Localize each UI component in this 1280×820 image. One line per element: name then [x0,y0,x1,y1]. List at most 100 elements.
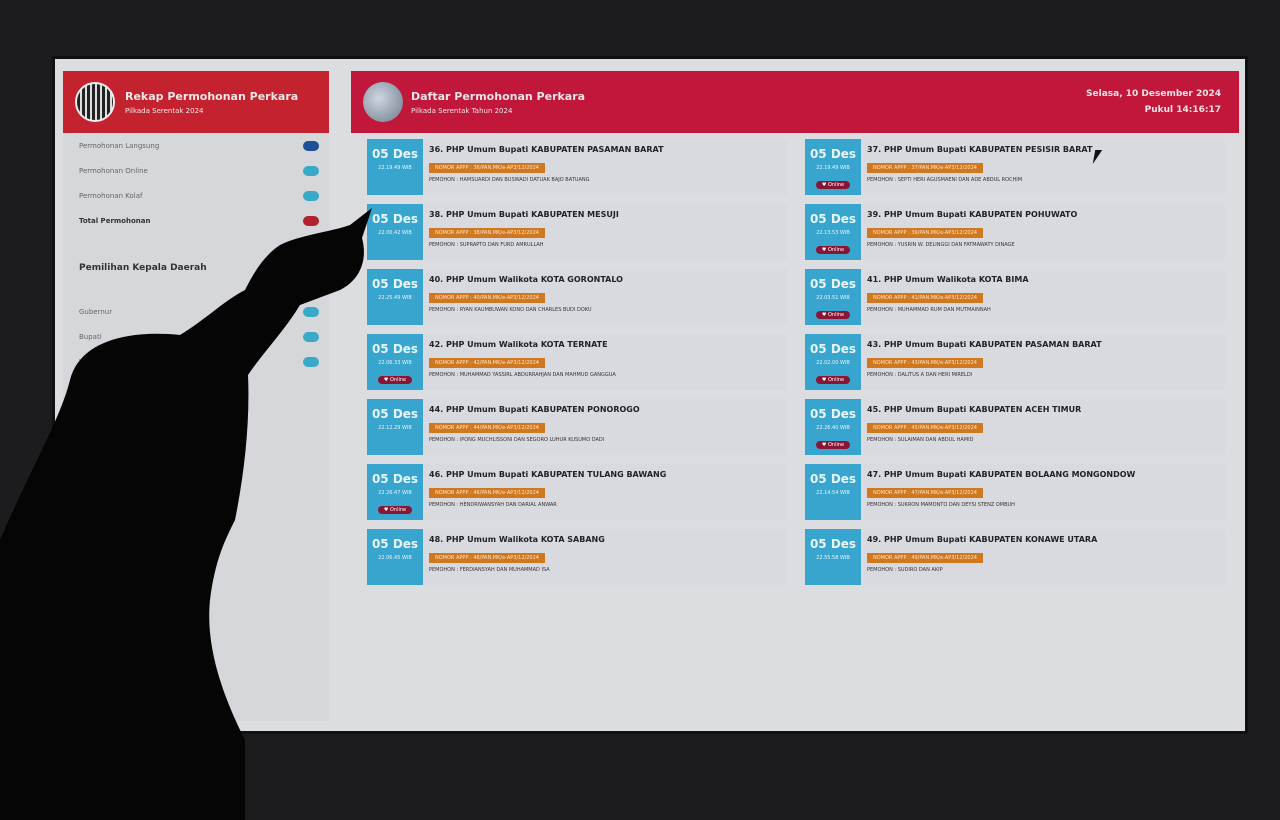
case-number-badge: NOMOR APPP : 49/PAN.MK/e-AP3/12/2024 [867,553,983,563]
online-badge: ♥ Online [815,181,851,189]
case-applicant: PEMOHON : MUHAMMAD YASSIRL ABDURRAHJAN D… [429,372,616,378]
case-number-badge: NOMOR APPP : 42/PAN.MK/e-AP3/12/2024 [429,358,545,368]
region-type-row[interactable]: Bupati [63,324,329,349]
case-number-badge: NOMOR APPP : 45/PAN.MK/e-AP3/12/2024 [867,423,983,433]
date-box: 05 Des 22.06.33 WIB ♥ Online [367,334,423,390]
case-number-badge: NOMOR APPP : 40/PAN.MK/e-AP3/12/2024 [429,293,545,303]
date-box: 05 Des 22.25.49 WIB [367,269,423,325]
display-screen: Rekap Permohonan Perkara Pilkada Serenta… [52,56,1248,734]
case-card[interactable]: 05 Des 22.55.58 WIB 49. PHP Umum Bupati K… [805,529,1225,585]
case-list-panel: Daftar Permohonan Perkara Pilkada Serent… [351,71,1239,711]
sidebar-subtitle: Pilkada Serentak 2024 [125,106,204,115]
online-badge: ♥ Online [815,441,851,449]
date-box: 05 Des 22.00.42 WIB [367,204,423,260]
case-applicant: PEMOHON : SEPTI HERI AGUSMAENI DAN ADE A… [867,177,1023,183]
date-box: 05 Des 22.19.49 WIB ♥ Online [805,139,861,195]
case-time: 22.26.47 WIB [378,490,412,496]
online-label: Online [827,312,845,318]
case-title: 42. PHP Umum Walikota KOTA TERNATE [429,340,608,349]
current-time: Pukul 14:16:17 [1144,105,1221,115]
main-subtitle: Pilkada Serentak Tahun 2024 [411,106,513,115]
case-card[interactable]: 05 Des 22.19.49 WIB 36. PHP Umum Bupati K… [367,139,787,195]
online-badge: ♥ Online [815,311,851,319]
online-label: Online [827,247,845,253]
case-card[interactable]: 05 Des 22.13.53 WIB ♥ Online 39. PHP Umum … [805,204,1225,260]
stat-row[interactable]: Permohonan Kolaf [63,183,329,208]
case-time: 22.12.29 WIB [378,425,412,431]
case-applicant: PEMOHON : FERDIANSYAH DAN MUHAMMAD ISA [429,567,550,573]
case-title: 39. PHP Umum Bupati KABUPATEN POHUWATO [867,210,1078,219]
case-title: 44. PHP Umum Bupati KABUPATEN PONOROGO [429,405,640,414]
stat-row[interactable]: Permohonan Langsung [63,133,329,158]
date-box: 05 Des 22.55.58 WIB [805,529,861,585]
case-number-badge: NOMOR APPP : 38/PAN.MK/e-AP3/12/2024 [429,228,545,238]
case-card[interactable]: 05 Des 22.12.29 WIB 44. PHP Umum Bupati K… [367,399,787,455]
case-card[interactable]: 05 Des 22.14.54 WIB 47. PHP Umum Bupati K… [805,464,1225,520]
case-card[interactable]: 05 Des 22.00.42 WIB 38. PHP Umum Bupati K… [367,204,787,260]
case-card[interactable]: 05 Des 22.26.47 WIB ♥ Online 46. PHP Umum … [367,464,787,520]
case-title: 37. PHP Umum Bupati KABUPATEN PESISIR BA… [867,145,1093,154]
stat-count-badge [303,190,319,201]
case-number-badge: NOMOR APPP : 48/PAN.MK/e-AP3/12/2024 [429,553,545,563]
case-title: 43. PHP Umum Bupati KABUPATEN PASAMAN BA… [867,340,1102,349]
count-badge [303,356,319,367]
case-time: 22.06.45 WIB [378,555,412,561]
online-label: Online [827,377,845,383]
globe-logo-icon [363,82,403,122]
stat-row[interactable]: Total Permohonan [63,208,329,233]
region-type-row[interactable]: Walikota [63,349,329,374]
case-card[interactable]: 05 Des 22.26.40 WIB ♥ Online 45. PHP Umum … [805,399,1225,455]
online-label: Online [827,182,845,188]
stat-count-badge [303,140,319,151]
case-title: 36. PHP Umum Bupati KABUPATEN PASAMAN BA… [429,145,664,154]
case-date: 05 Des [809,472,857,486]
case-card[interactable]: 05 Des 22.25.49 WIB 40. PHP Umum Walikota… [367,269,787,325]
case-title: 45. PHP Umum Bupati KABUPATEN ACEH TIMUR [867,405,1082,414]
case-number-badge: NOMOR APPP : 43/PAN.MK/e-AP3/12/2024 [867,358,983,368]
case-date: 05 Des [371,537,419,551]
case-date: 05 Des [809,342,857,356]
sidebar-header: Rekap Permohonan Perkara Pilkada Serenta… [63,71,329,133]
case-date: 05 Des [809,537,857,551]
stat-count-badge [303,165,319,176]
sidebar-title: Rekap Permohonan Perkara [125,89,299,103]
case-title: 40. PHP Umum Walikota KOTA GORONTALO [429,275,623,284]
case-date: 05 Des [809,407,857,421]
case-time: 22.55.58 WIB [816,555,850,561]
case-grid: 05 Des 22.19.49 WIB 36. PHP Umum Bupati K… [351,133,1239,585]
case-applicant: PEMOHON : SUPRAPTO DAN FURD AMRULLAH [429,242,544,248]
online-badge: ♥ Online [377,376,413,384]
case-applicant: PEMOHON : IPONG MUCHLISSONI DAN SEGORO L… [429,437,605,443]
case-applicant: PEMOHON : DALITUS A DAN HERI MIRELDI [867,372,973,378]
case-card[interactable]: 05 Des 22.06.45 WIB 48. PHP Umum Walikota… [367,529,787,585]
case-applicant: PEMOHON : HENDRIWANSYAH DAN DARIAL ANWAR [429,502,557,508]
online-label: Online [389,507,407,513]
case-time: 22.13.53 WIB [816,230,850,236]
case-card[interactable]: 05 Des 22.19.49 WIB ♥ Online 37. PHP Umum … [805,139,1225,195]
case-title: 49. PHP Umum Bupati KABUPATEN KONAWE UTA… [867,535,1098,544]
online-label: Online [827,442,845,448]
date-box: 05 Des 22.19.49 WIB [367,139,423,195]
case-card[interactable]: 05 Des 22.03.51 WIB ♥ Online 41. PHP Umum … [805,269,1225,325]
date-box: 05 Des 22.14.54 WIB [805,464,861,520]
case-card[interactable]: 05 Des 22.02.00 WIB ♥ Online 43. PHP Umum … [805,334,1225,390]
case-time: 22.25.49 WIB [378,295,412,301]
date-box: 05 Des 22.26.47 WIB ♥ Online [367,464,423,520]
case-card[interactable]: 05 Des 22.06.33 WIB ♥ Online 42. PHP Umum … [367,334,787,390]
case-time: 22.14.54 WIB [816,490,850,496]
case-date: 05 Des [371,472,419,486]
stat-row[interactable]: Permohonan Online [63,158,329,183]
case-applicant: PEMOHON : SULAIMAN DAN ABDUL HAMID [867,437,974,443]
case-time: 22.26.40 WIB [816,425,850,431]
case-number-badge: NOMOR APPP : 44/PAN.MK/e-AP3/12/2024 [429,423,545,433]
case-date: 05 Des [809,147,857,161]
stat-label: Permohonan Langsung [79,141,160,150]
region-type-row[interactable]: Gubernur [63,299,329,324]
case-date: 05 Des [809,277,857,291]
case-date: 05 Des [371,147,419,161]
case-number-badge: NOMOR APPP : 41/PAN.MK/e-AP3/12/2024 [867,293,983,303]
stat-label: Permohonan Kolaf [79,191,143,200]
case-applicant: PEMOHON : HAMSUARDI DAN BUSWADI DATUAK B… [429,177,590,183]
stat-label: Total Permohonan [79,216,151,225]
count-badge [303,331,319,342]
